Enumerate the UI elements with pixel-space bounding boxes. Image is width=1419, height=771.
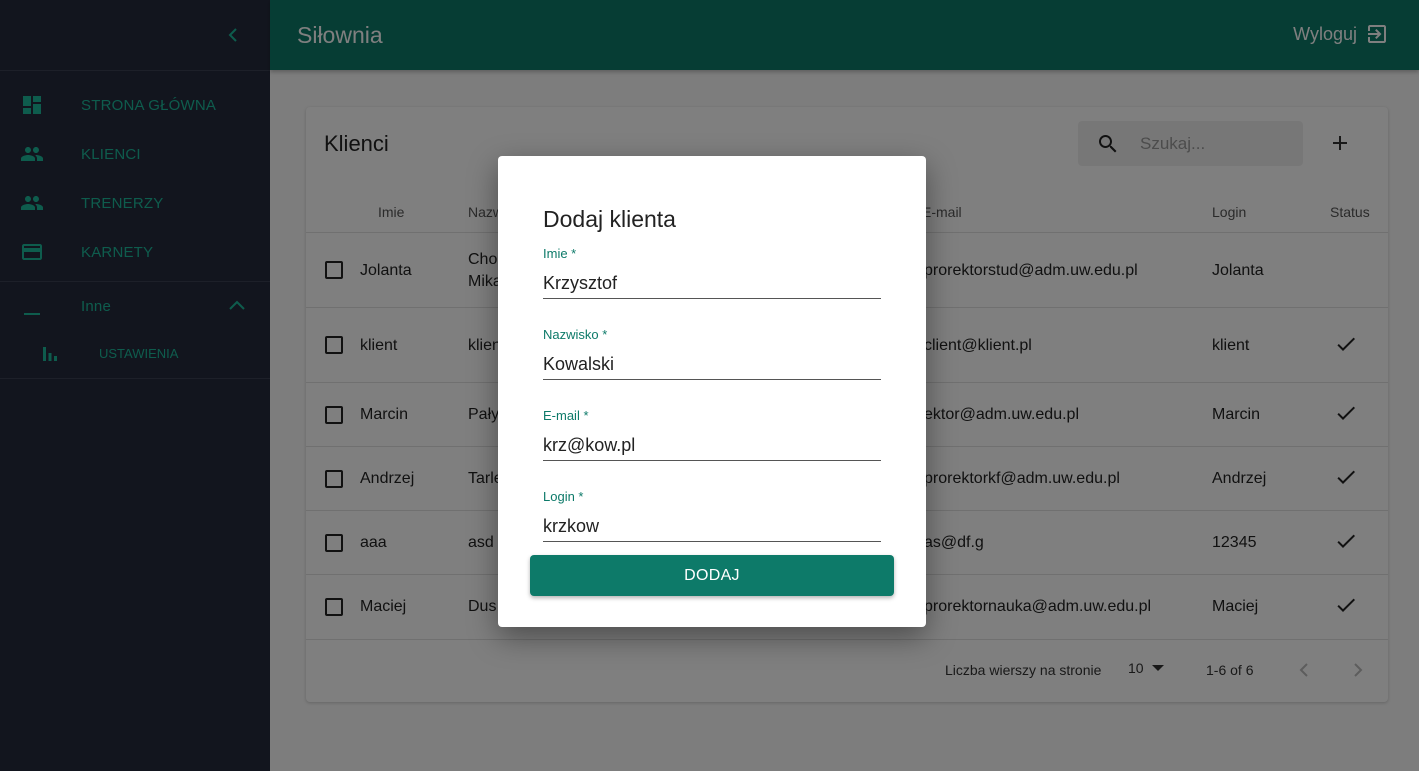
last-name-field: Nazwisko * [543,327,881,380]
first-name-field: Imie * [543,246,881,299]
first-name-label: Imie * [543,246,577,261]
last-name-input[interactable] [543,349,881,380]
add-client-submit-button[interactable]: DODAJ [530,555,894,596]
email-label: E-mail * [543,408,589,423]
email-input[interactable] [543,430,881,461]
last-name-label: Nazwisko * [543,327,608,342]
login-field: Login * [543,489,881,542]
email-field: E-mail * [543,408,881,461]
add-client-dialog: Dodaj klienta Imie * Nazwisko * E-mail *… [498,156,926,627]
first-name-input[interactable] [543,268,881,299]
login-label: Login * [543,489,584,504]
dialog-title: Dodaj klienta [543,206,676,232]
login-input[interactable] [543,511,881,542]
